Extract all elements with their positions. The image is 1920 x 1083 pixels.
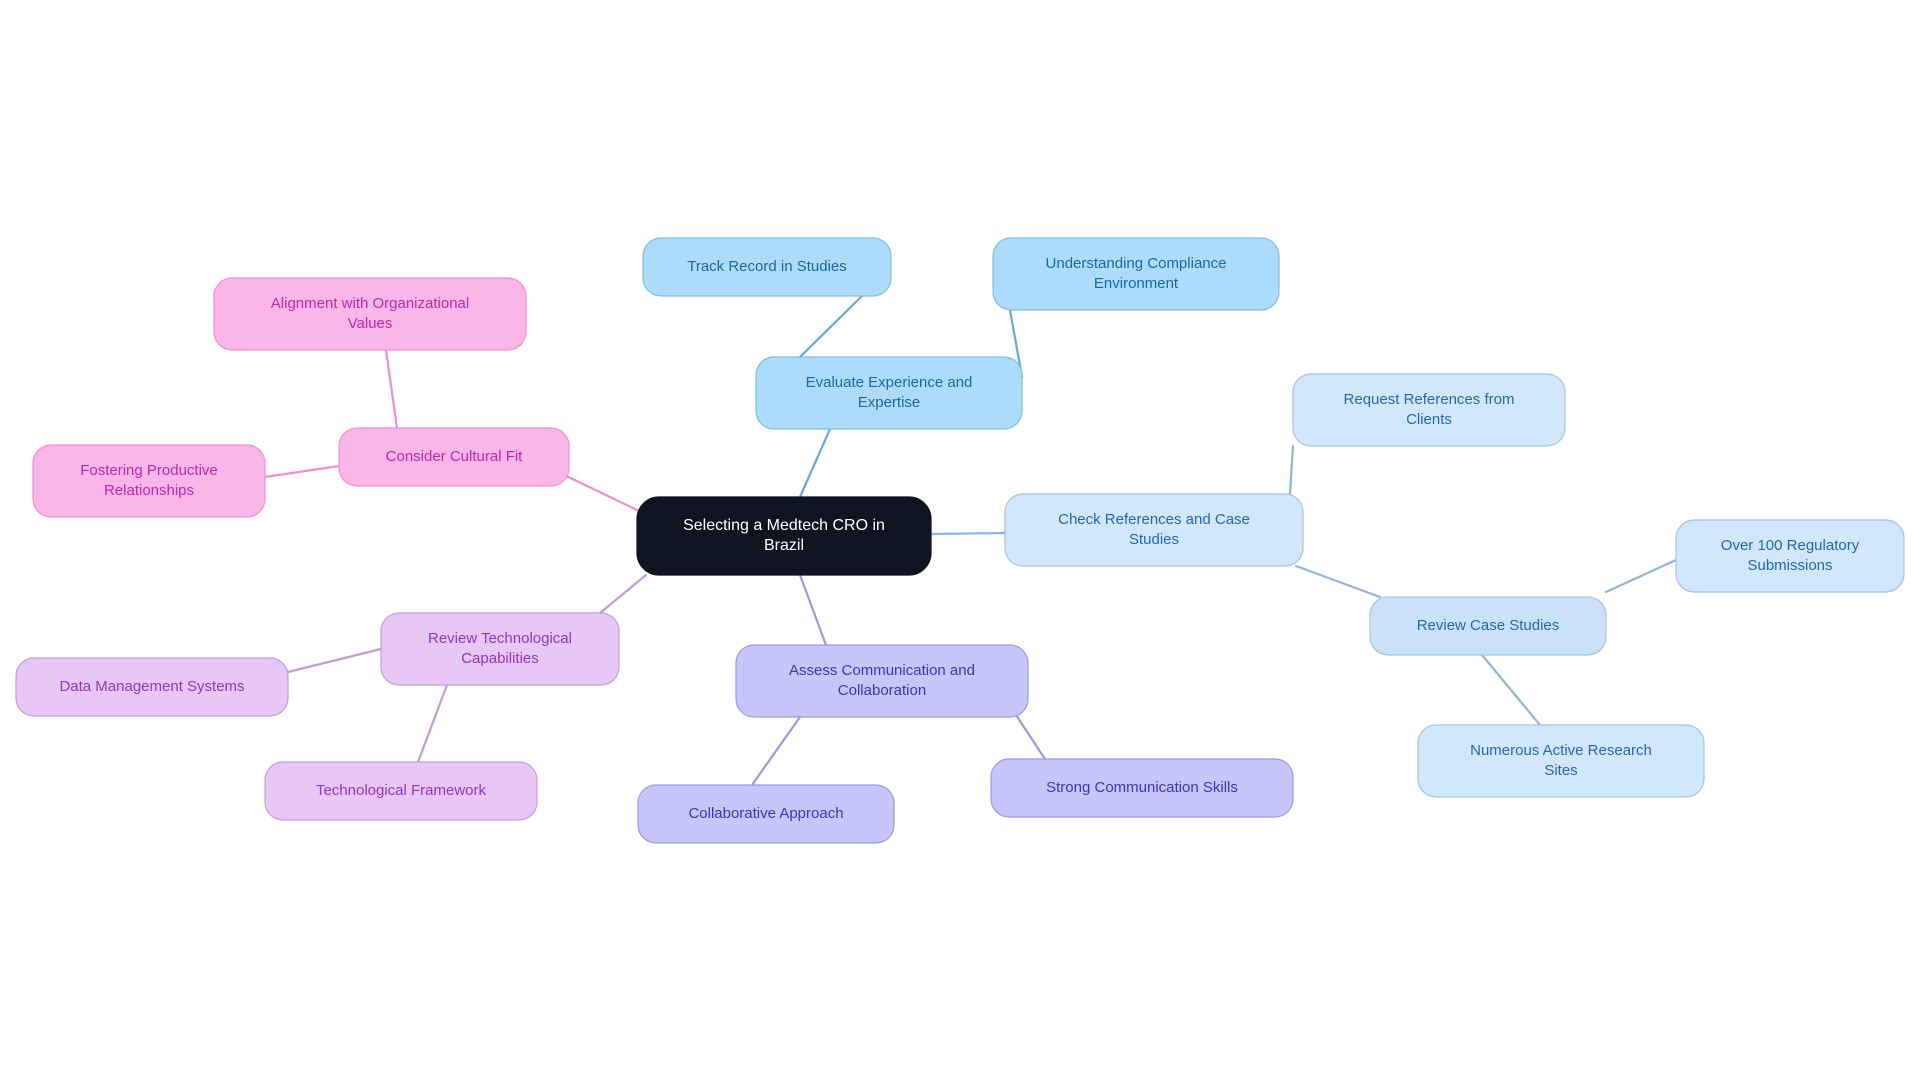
nodes-layer: Selecting a Medtech CRO in BrazilSelectin… (15, 237, 1905, 844)
node-label: Collaborative Approach (688, 805, 843, 822)
mindmap-edge (384, 348, 399, 430)
node-label-line: Studies (1129, 531, 1179, 548)
node-label: Data Management Systems (59, 678, 244, 695)
node-label-line: Strong Communication Skills (1046, 779, 1238, 796)
node-label-line: Alignment with Organizational (271, 295, 469, 312)
mindmap-edge (929, 531, 1007, 536)
node-label: Review Case Studies (1417, 617, 1560, 634)
node-label-line: Evaluate Experience and (806, 374, 973, 391)
mindmap-edge (798, 294, 864, 359)
node-label-line: Relationships (104, 482, 194, 499)
mindmap-node[interactable]: Numerous Active Research SitesNumerous Ac… (1417, 724, 1705, 798)
node-label: Strong Communication Skills (1046, 779, 1238, 796)
mindmap-root-node[interactable]: Selecting a Medtech CRO in BrazilSelectin… (636, 496, 932, 576)
mindmap-edge (1480, 653, 1542, 727)
mindmap-edge (1288, 444, 1295, 496)
node-label-line: Check References and Case (1058, 511, 1250, 528)
node-label-line: Understanding Compliance (1046, 255, 1227, 272)
mindmap-edge (286, 647, 383, 674)
node-label-line: Assess Communication and (789, 662, 975, 679)
mindmap-node[interactable]: Consider Cultural FitConsider Cultural F… (338, 427, 570, 487)
mindmap-node[interactable]: Request References from ClientsRequest Re… (1292, 373, 1566, 447)
node-label-line: Review Technological (428, 630, 572, 647)
node-label-line: Sites (1544, 762, 1577, 779)
mindmap-node[interactable]: Evaluate Experience and ExpertiseEvaluate… (755, 356, 1023, 430)
mindmap-node[interactable]: Data Management SystemsData Management S… (15, 657, 289, 717)
node-label-line: Technological Framework (316, 782, 487, 799)
mindmap-edge (1294, 564, 1382, 599)
mindmap-edge (1604, 558, 1678, 594)
node-shape[interactable] (636, 496, 932, 576)
mindmap-edge (798, 427, 832, 499)
mindmap-node[interactable]: Strong Communication SkillsStrong Commun… (990, 758, 1294, 818)
node-label-line: Values (348, 315, 393, 332)
mindmap-node[interactable]: Assess Communication and CollaborationAss… (735, 644, 1029, 718)
node-label-line: Brazil (764, 537, 804, 554)
mindmap-edge (798, 573, 828, 647)
mindmap-edge (558, 471, 639, 512)
node-label-line: Consider Cultural Fit (386, 448, 524, 465)
node-label: Consider Cultural Fit (386, 448, 524, 465)
mindmap-edge (598, 573, 648, 615)
node-label-line: Track Record in Studies (687, 258, 847, 275)
mindmap-edge (750, 715, 802, 787)
mindmap-root: Selecting a Medtech CRO inBrazilSelectin… (0, 0, 1920, 1083)
mindmap-node[interactable]: Review Case StudiesReview Case Studies (1369, 596, 1607, 656)
node-label-line: Over 100 Regulatory (1721, 537, 1860, 554)
node-label-line: Expertise (858, 394, 921, 411)
node-label-line: Data Management Systems (59, 678, 244, 695)
node-label-line: Submissions (1747, 557, 1832, 574)
node-label-line: Capabilities (461, 650, 539, 667)
mindmap-node[interactable]: Over 100 Regulatory SubmissionsOver 100 R… (1675, 519, 1905, 593)
mindmap-node[interactable]: Alignment with Organizational ValuesAlign… (213, 277, 527, 351)
mindmap-edge (263, 464, 341, 479)
mindmap-node[interactable]: Fostering Productive RelationshipsFosteri… (32, 444, 266, 518)
mindmap-node[interactable]: Check References and Case StudiesCheck Re… (1004, 493, 1304, 567)
mindmap-node[interactable]: Track Record in StudiesTrack Record in S… (642, 237, 892, 297)
mindmap-edge (1012, 710, 1047, 761)
node-label-line: Environment (1094, 275, 1179, 292)
mindmap-node[interactable]: Technological FrameworkTechnological Fra… (264, 761, 538, 821)
mindmap-canvas: Selecting a Medtech CRO in BrazilSelectin… (15, 237, 1905, 844)
node-label-line: Review Case Studies (1417, 617, 1560, 634)
mindmap-node[interactable]: Review Technological CapabilitiesReview T… (380, 612, 620, 686)
mindmap-edge (416, 683, 449, 764)
node-label-line: Collaborative Approach (688, 805, 843, 822)
node-label-line: Request References from (1344, 391, 1515, 408)
node-label-line: Numerous Active Research (1470, 742, 1652, 759)
node-label: Track Record in Studies (687, 258, 847, 275)
node-label: Technological Framework (316, 782, 487, 799)
node-label-line: Fostering Productive (80, 462, 218, 479)
node-label-line: Collaboration (838, 682, 926, 699)
node-label-line: Clients (1406, 411, 1452, 428)
mindmap-node[interactable]: Collaborative ApproachCollaborative Appr… (637, 784, 895, 844)
mindmap-node[interactable]: Understanding Compliance EnvironmentUnder… (992, 237, 1280, 311)
node-label-line: Selecting a Medtech CRO in (683, 517, 885, 534)
